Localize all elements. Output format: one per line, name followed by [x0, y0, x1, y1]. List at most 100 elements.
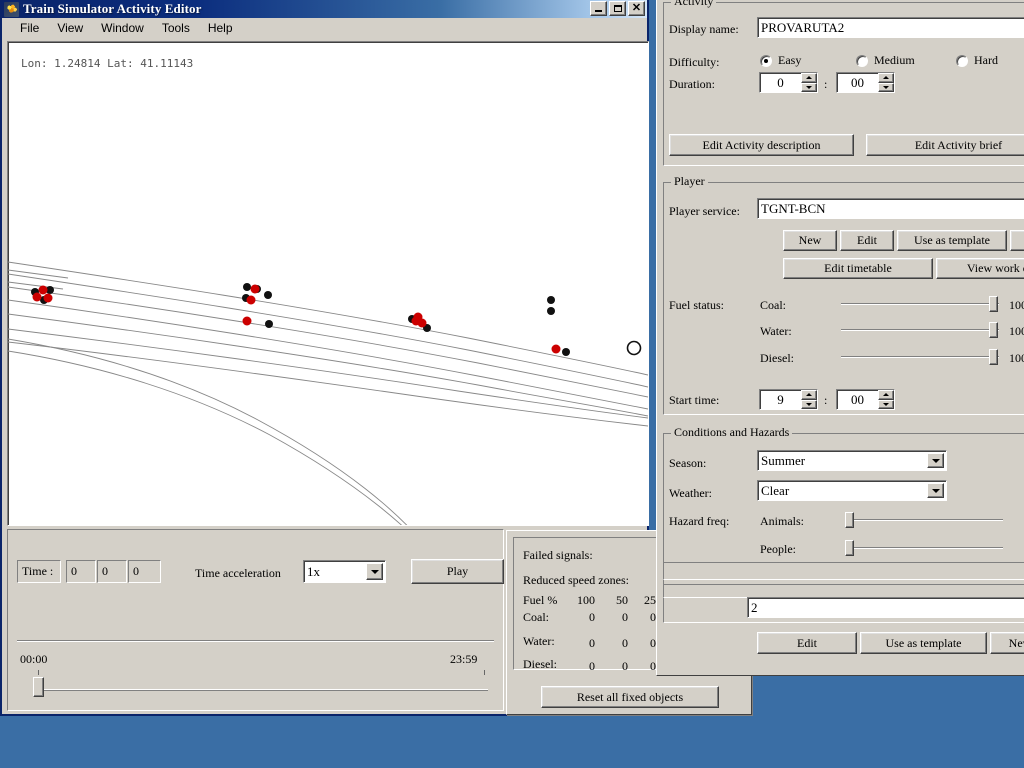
bottom-text-input[interactable]: 2: [747, 597, 1024, 618]
conditions-groupbox-title: Conditions and Hazards: [671, 426, 792, 438]
coal-100: 0: [573, 610, 595, 625]
timeline-track[interactable]: [36, 689, 488, 691]
menu-item-tools[interactable]: Tools: [153, 19, 199, 37]
water-100: 0: [573, 636, 595, 651]
close-button[interactable]: ✕: [628, 1, 645, 16]
menu-item-view[interactable]: View: [48, 19, 92, 37]
bottom-use-as-template-button[interactable]: Use as template: [860, 632, 987, 654]
player-delete-button[interactable]: Delete: [1010, 230, 1024, 251]
season-select[interactable]: Summer: [757, 450, 947, 471]
track-map-canvas: [8, 42, 648, 525]
diesel-label: Diesel:: [523, 657, 557, 672]
difficulty-option-medium[interactable]: Medium: [856, 53, 915, 68]
water-label: Water:: [523, 634, 555, 649]
start-time-hours-down-icon[interactable]: [801, 400, 817, 410]
radio-hard-icon: [956, 55, 968, 67]
player-water-slider[interactable]: [841, 321, 999, 339]
menu-item-file[interactable]: File: [11, 19, 48, 37]
timeline-start-label: 00:00: [20, 652, 47, 667]
start-time-minutes-down-icon[interactable]: [878, 400, 894, 410]
duration-hours-down-icon[interactable]: [801, 83, 817, 93]
player-service-label: Player service:: [669, 204, 740, 219]
timeline-end-label: 23:59: [450, 652, 477, 667]
time-field-hours[interactable]: 0: [66, 560, 96, 583]
people-slider-thumb[interactable]: [845, 540, 854, 556]
reset-all-fixed-objects-button[interactable]: Reset all fixed objects: [541, 686, 719, 708]
time-field-seconds[interactable]: 0: [128, 560, 161, 583]
start-time-minutes-stepper[interactable]: [878, 390, 894, 409]
start-time-hours-spinner[interactable]: 9: [759, 389, 818, 410]
diesel-50: 0: [610, 659, 628, 674]
start-time-minutes-up-icon[interactable]: [878, 390, 894, 400]
menu-item-help[interactable]: Help: [199, 19, 242, 37]
player-diesel-value: 100: [1009, 351, 1024, 366]
water-slider-thumb[interactable]: [989, 322, 998, 338]
diesel-slider-thumb[interactable]: [989, 349, 998, 365]
chevron-down-icon[interactable]: [366, 563, 383, 580]
time-acceleration-select[interactable]: 1x: [303, 560, 386, 583]
weather-select[interactable]: Clear: [757, 480, 947, 501]
player-use-as-template-button[interactable]: Use as template: [897, 230, 1007, 251]
player-service-input[interactable]: TGNT-BCN: [757, 198, 1024, 219]
player-edit-button[interactable]: Edit: [840, 230, 894, 251]
weather-value: Clear: [761, 483, 789, 499]
view-work-order-button[interactable]: View work order: [936, 258, 1024, 279]
display-name-input[interactable]: PROVARUTA2: [757, 17, 1024, 38]
timeline-slider-thumb[interactable]: [33, 677, 44, 697]
start-time-hours-value: 9: [760, 390, 801, 409]
duration-minutes-up-icon[interactable]: [878, 73, 894, 83]
difficulty-label: Difficulty:: [669, 55, 719, 70]
timeline-tick-end: [484, 670, 485, 675]
player-diesel-slider[interactable]: [841, 348, 999, 366]
start-time-hours-stepper[interactable]: [801, 390, 817, 409]
start-time-hours-up-icon[interactable]: [801, 390, 817, 400]
duration-hours-stepper[interactable]: [801, 73, 817, 92]
duration-hours-spinner[interactable]: 0: [759, 72, 818, 93]
fuel-percent-header: Fuel %: [523, 593, 557, 608]
weather-label: Weather:: [669, 486, 712, 501]
failed-signals-label: Failed signals:: [523, 548, 593, 563]
start-time-separator: :: [824, 393, 827, 408]
duration-minutes-spinner[interactable]: 00: [836, 72, 895, 93]
difficulty-option-easy[interactable]: Easy: [760, 53, 801, 68]
animals-slider-rail: [845, 519, 1003, 521]
people-slider[interactable]: [845, 539, 1003, 557]
weather-chevron-down-icon[interactable]: [927, 483, 944, 498]
animals-slider[interactable]: [845, 511, 1003, 529]
difficulty-easy-label: Easy: [778, 53, 801, 68]
start-time-label: Start time:: [669, 393, 719, 408]
menu-item-window[interactable]: Window: [92, 19, 153, 37]
minimize-button[interactable]: [590, 1, 607, 16]
player-coal-label: Coal:: [760, 298, 786, 313]
coal-slider-thumb[interactable]: [989, 296, 998, 312]
animals-slider-thumb[interactable]: [845, 512, 854, 528]
edit-timetable-button[interactable]: Edit timetable: [783, 258, 933, 279]
bottom-new-button[interactable]: New: [990, 632, 1024, 654]
people-label: People:: [760, 542, 796, 557]
fuel-col-100: 100: [573, 593, 595, 608]
duration-hours-up-icon[interactable]: [801, 73, 817, 83]
time-field-minutes[interactable]: 0: [97, 560, 127, 583]
player-new-button[interactable]: New: [783, 230, 837, 251]
activity-groupbox-title: Activity: [671, 0, 716, 7]
menu-bar: File View Window Tools Help: [2, 18, 647, 39]
title-bar[interactable]: Train Simulator Activity Editor ✕: [2, 0, 647, 18]
season-chevron-down-icon[interactable]: [927, 453, 944, 468]
difficulty-option-hard[interactable]: Hard: [956, 53, 998, 68]
water-25: 0: [638, 636, 656, 651]
radio-easy-icon: [760, 55, 772, 67]
bottom-edit-button[interactable]: Edit: [757, 632, 857, 654]
play-button[interactable]: Play: [411, 559, 504, 584]
season-value: Summer: [761, 453, 805, 469]
water-slider-rail: [841, 329, 999, 331]
player-coal-slider[interactable]: [841, 295, 999, 313]
time-acceleration-label: Time acceleration: [195, 566, 281, 581]
duration-minutes-stepper[interactable]: [878, 73, 894, 92]
duration-minutes-down-icon[interactable]: [878, 83, 894, 93]
maximize-button[interactable]: [609, 1, 626, 16]
edit-activity-description-button[interactable]: Edit Activity description: [669, 134, 854, 156]
window-title: Train Simulator Activity Editor: [23, 1, 201, 17]
edit-activity-brief-button[interactable]: Edit Activity brief: [866, 134, 1024, 156]
start-time-minutes-spinner[interactable]: 00: [836, 389, 895, 410]
map-view[interactable]: Lon: 1.24814 Lat: 41.11143: [7, 41, 649, 526]
